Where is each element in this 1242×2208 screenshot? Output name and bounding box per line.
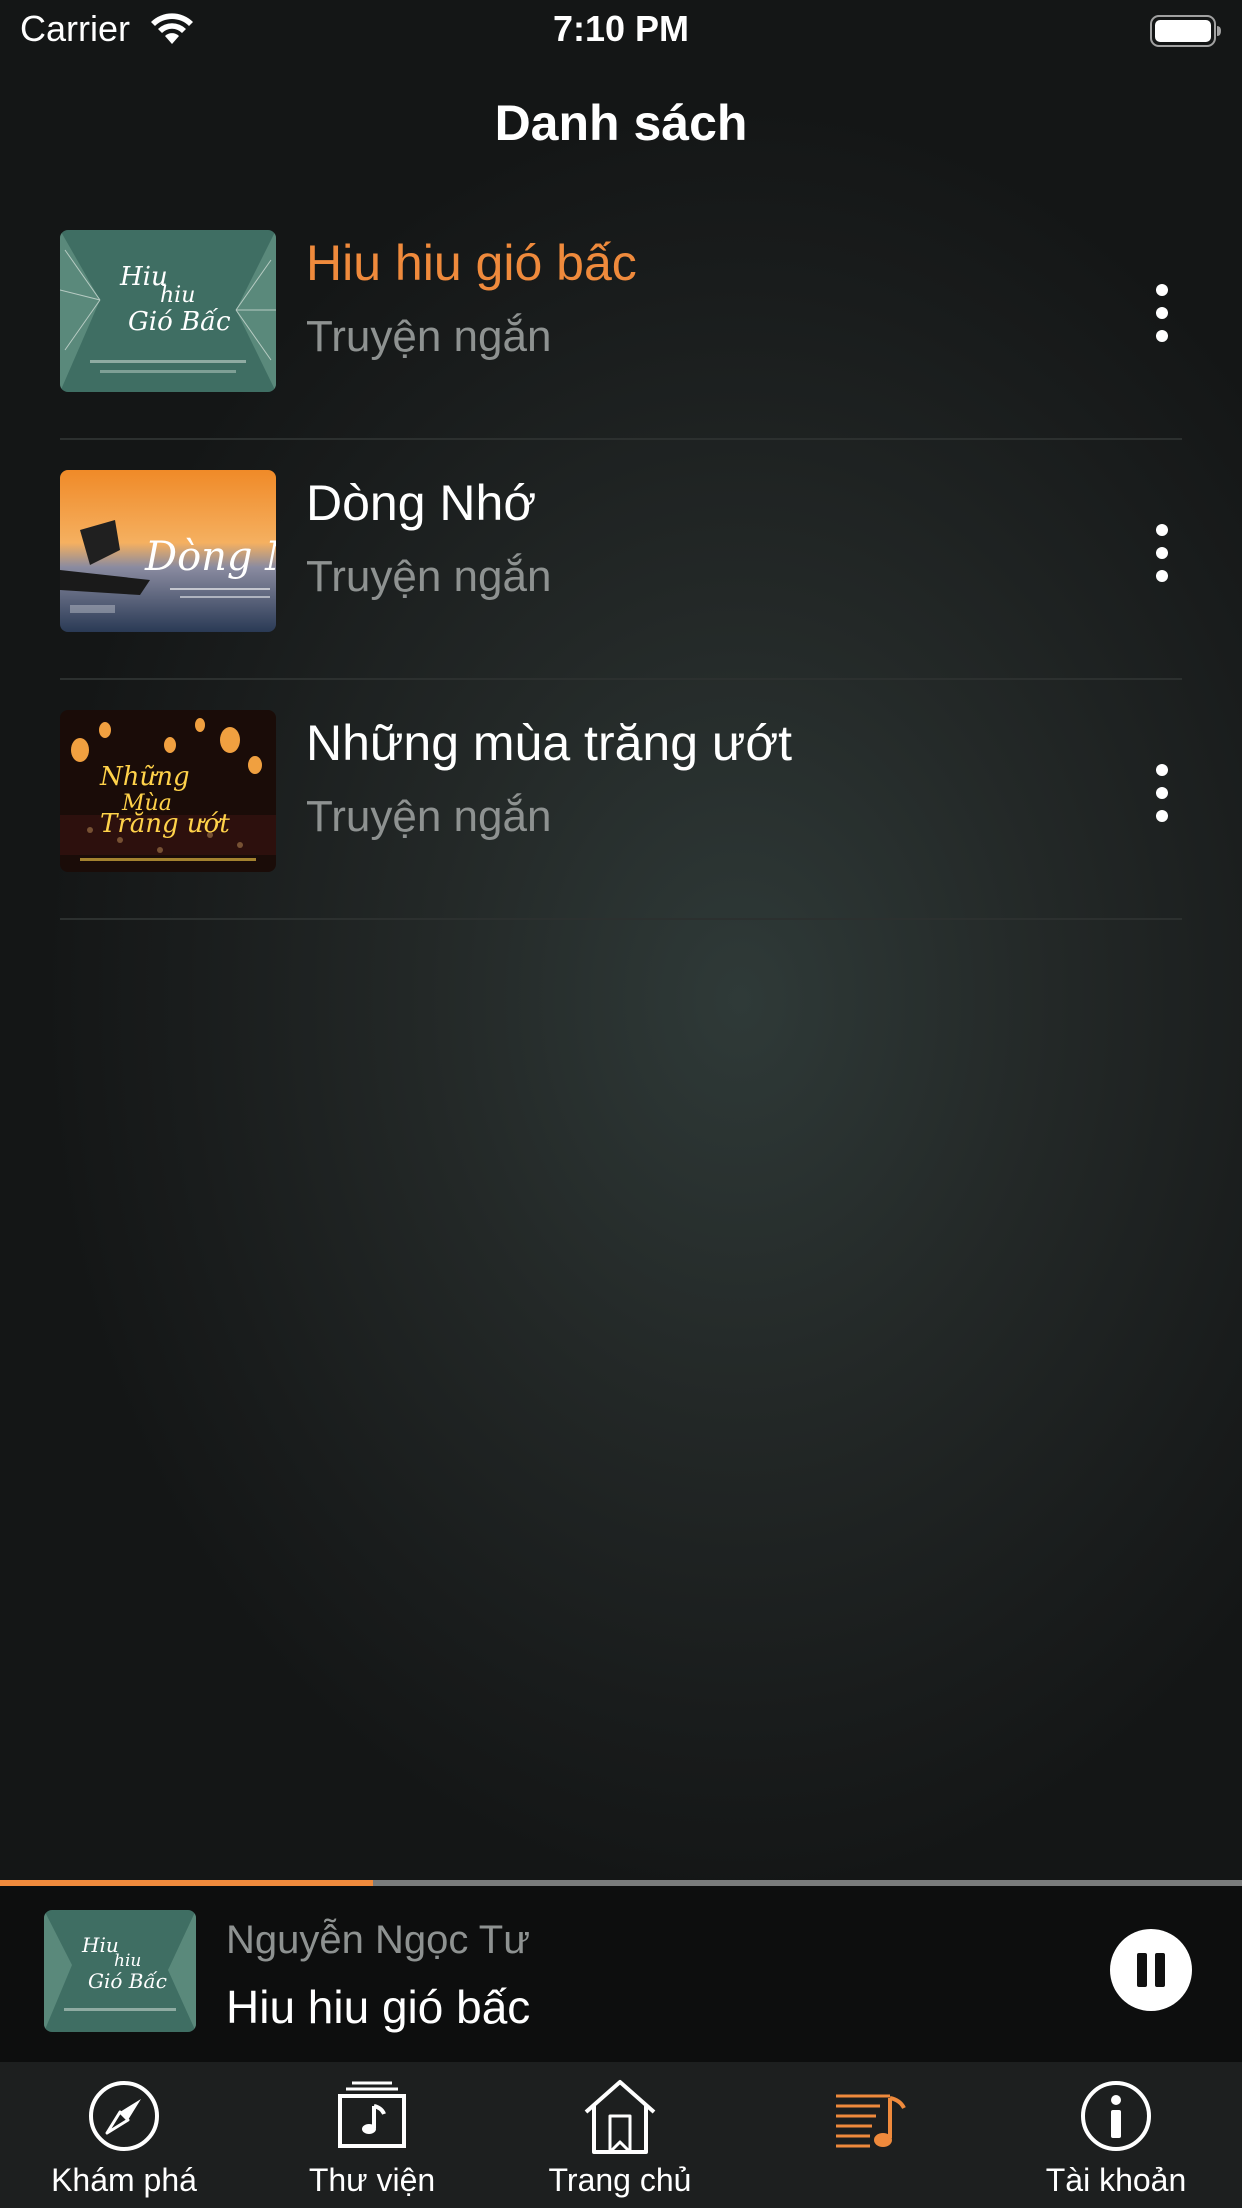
cover-thumbnail: Dòng Nh (60, 470, 276, 632)
now-playing-author: Nguyễn Ngọc Tư (226, 1918, 530, 1962)
svg-text:Gió Bấc: Gió Bấc (128, 307, 231, 337)
list-item[interactable]: Những Mùa Trăng ướt Những mùa trăng ướt … (60, 680, 1182, 920)
tab-kham-pha[interactable]: Khám phá (0, 2062, 248, 2208)
tab-label: Tài khoản (1045, 2162, 1187, 2198)
svg-text:hiu: hiu (160, 283, 195, 308)
compass-icon (89, 2081, 159, 2151)
home-icon (584, 2080, 656, 2154)
now-playing-title: Hiu hiu gió bấc (226, 1981, 531, 2033)
svg-text:Những: Những (99, 762, 190, 792)
tab-label: Trang chủ (548, 2162, 692, 2198)
divider (60, 918, 1182, 920)
item-title: Dòng Nhớ (306, 475, 537, 531)
svg-text:Gió Bấc: Gió Bấc (88, 1969, 167, 1993)
music-library-icon (338, 2081, 406, 2148)
item-subtitle: Truyện ngắn (306, 312, 552, 361)
tab-danh-sach[interactable] (744, 2062, 992, 2208)
item-subtitle: Truyện ngắn (306, 552, 552, 601)
info-icon (1081, 2081, 1151, 2151)
page-title: Danh sách (494, 95, 748, 151)
mini-player[interactable]: Hiu hiu Gió Bấc Nguyễn Ngọc Tư Hiu hiu g… (0, 1886, 1242, 2062)
tab-label: Thư viện (308, 2162, 436, 2198)
svg-text:hiu: hiu (114, 1951, 141, 1971)
cover-thumbnail: Những Mùa Trăng ướt (60, 710, 276, 872)
more-options-icon[interactable] (1142, 278, 1182, 348)
item-subtitle: Truyện ngắn (306, 792, 552, 841)
list-item[interactable]: Dòng Nh Dòng Nhớ Truyện ngắn (60, 440, 1182, 680)
tab-label: Khám phá (51, 2162, 197, 2198)
more-options-icon[interactable] (1142, 758, 1182, 828)
svg-text:Dòng Nh: Dòng Nh (144, 534, 276, 580)
tab-thu-vien[interactable]: Thư viện (248, 2062, 496, 2208)
item-title: Những mùa trăng ướt (306, 715, 793, 771)
pause-button[interactable] (1110, 1929, 1192, 2011)
more-options-icon[interactable] (1142, 518, 1182, 588)
battery-icon (1150, 15, 1221, 47)
cover-thumbnail: Hiu hiu Gió Bấc (60, 230, 276, 392)
tab-bar: Khám phá Thư viện Trang chủ Tài khoản (0, 2062, 1242, 2208)
svg-text:Trăng ướt: Trăng ướt (100, 809, 230, 839)
list-item[interactable]: Hiu hiu Gió Bấc Hiu hiu gió bấc Truyện n… (60, 200, 1182, 440)
tab-tai-khoan[interactable]: Tài khoản (992, 2062, 1240, 2208)
status-bar: Carrier 7:10 PM (0, 0, 1242, 62)
now-playing-cover: Hiu hiu Gió Bấc (44, 1910, 196, 2032)
clock: 7:10 PM (552, 8, 690, 49)
item-title: Hiu hiu gió bấc (306, 235, 637, 291)
tab-trang-chu[interactable]: Trang chủ (496, 2062, 744, 2208)
playlist-icon (836, 2094, 906, 2148)
